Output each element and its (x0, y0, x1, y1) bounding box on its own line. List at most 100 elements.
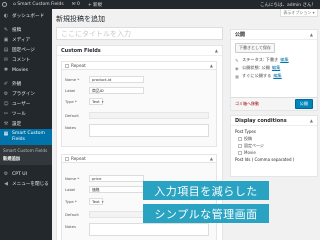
collapse-arrow-icon[interactable]: ▲ (210, 156, 213, 161)
wordpress-logo-icon[interactable] (0, 0, 9, 9)
publish-button[interactable]: 公開 (294, 99, 313, 109)
field-label-label: Label (65, 88, 76, 93)
sidebar-item-label: 固定ページ (12, 48, 35, 53)
caption-line-1: 入力項目を減らした (143, 181, 269, 200)
sidebar-item-posts[interactable]: ✎ 投稿 (0, 25, 52, 35)
caption-line-2: シンプルな管理画面 (143, 204, 269, 223)
schedule-row: ▦ すぐに公開する 編集 (235, 73, 282, 79)
sidebar-item-settings[interactable]: ⚒ 設定 (0, 119, 52, 129)
publish-header[interactable]: 公開 ▲ (231, 30, 317, 40)
field-label-label: Label (65, 187, 76, 192)
field-label-input[interactable]: 商品ID (89, 87, 144, 94)
repeat-label: Repeat (71, 63, 86, 68)
field-notes-label: Notes (65, 125, 76, 130)
user-icon: ☺ (3, 101, 9, 107)
site-name-link[interactable]: ⌂ Smart Custom Fields (9, 2, 68, 7)
field-notes-input[interactable] (89, 124, 209, 137)
sidebar-item-label: Movies (12, 67, 28, 73)
admin-bar: ⌂ Smart Custom Fields ✉ 0 + 新規 こんにちは、adm… (0, 0, 320, 9)
field-notes-input[interactable] (89, 223, 209, 236)
field-default-input[interactable] (89, 112, 209, 119)
post-type-checkbox[interactable] (238, 143, 242, 148)
trash-link[interactable]: ゴミ箱へ移動 (235, 101, 259, 107)
pin-icon: ✎ (235, 57, 239, 63)
visibility-row: ◉ 公開状態: 公開 編集 (235, 65, 281, 71)
publish-title: 公開 (235, 32, 246, 38)
sidebar-item-label: ダッシュボード (12, 14, 45, 19)
field-name-label: Name * (65, 176, 80, 181)
tool-icon: ✂ (3, 111, 9, 117)
repeat-checkbox[interactable] (65, 63, 69, 68)
collapse-icon: ◀ (4, 181, 8, 187)
comments-link[interactable]: ✉ 0 (68, 2, 84, 7)
field-name-input[interactable]: product-id (89, 76, 144, 83)
account-greeting[interactable]: こんにちは、admin さん！ (260, 2, 320, 8)
post-ids-label: Post Ids ( Comma separated ) (235, 157, 295, 162)
field-default-label: Default (65, 212, 79, 217)
sidebar-item-smart-custom-fields[interactable]: ▦ Smart Custom Fields (0, 129, 52, 145)
display-conditions-header[interactable]: Display conditions ▲ (231, 116, 317, 126)
appearance-icon: ✐ (3, 81, 9, 87)
display-conditions-title: Display conditions (235, 117, 287, 124)
sidebar-item-label: メディア (12, 38, 31, 43)
sidebar-item-plugins[interactable]: ⚙ プラグイン (0, 89, 52, 99)
sidebar-item-label: コメント (12, 58, 31, 63)
edit-schedule-link[interactable]: 編集 (273, 73, 281, 79)
collapse-arrow-icon[interactable]: ▲ (310, 32, 313, 37)
field-default-label: Default (65, 113, 79, 118)
sidebar-item-label: メニューを閉じる (12, 182, 49, 187)
repeat-checkbox[interactable] (65, 156, 69, 161)
field-type-label: Type * (65, 199, 77, 204)
custom-fields-header[interactable]: Custom Fields ▲ (57, 46, 222, 56)
sidebar-item-tools[interactable]: ✂ ツール (0, 109, 52, 119)
field-name-label: Name * (65, 77, 80, 82)
sidebar-item-users[interactable]: ☺ ユーザー (0, 99, 52, 109)
calendar-icon: ▦ (235, 73, 239, 79)
sidebar-item-dashboard[interactable]: ◐ ダッシュボード (0, 11, 52, 21)
field-label-input[interactable]: 価格 (89, 186, 144, 193)
sidebar-item-label: ユーザー (12, 102, 31, 107)
submenu-item-list[interactable]: Smart Custom Fields (0, 147, 52, 155)
sidebar-item-appearance[interactable]: ✐ 外観 (0, 79, 52, 89)
movies-icon: ✱ (3, 67, 9, 73)
post-title-input[interactable]: ここにタイトルを入力 (56, 27, 223, 40)
save-draft-button[interactable]: 下書きとして保存 (235, 43, 275, 53)
field-type-label: Type * (65, 99, 77, 104)
field-type-select[interactable]: Text (89, 98, 103, 105)
post-type-checkbox[interactable] (238, 150, 242, 155)
sidebar-item-label: 投稿 (12, 28, 22, 33)
field-group-header[interactable]: Repeat ▲ (62, 62, 216, 70)
post-type-checkbox[interactable] (238, 136, 242, 141)
field-name-input[interactable]: price (89, 175, 144, 182)
sidebar-item-movies[interactable]: ✱ Movies (0, 65, 52, 75)
post-type-option[interactable]: Movie (231, 149, 317, 156)
sidebar-item-pages[interactable]: ▤ 固定ページ (0, 45, 52, 55)
publish-box: 公開 ▲ 下書きとして保存 ✎ ステータス: 下書き 編集 ◉ 公開状態: 公開 編集 … (230, 29, 318, 111)
sidebar-item-comments[interactable]: ✉ コメント (0, 55, 52, 65)
collapse-arrow-icon[interactable]: ▲ (210, 63, 213, 68)
repeat-label: Repeat (71, 156, 86, 161)
post-type-option[interactable]: 投稿 (231, 135, 317, 142)
settings-icon: ⚒ (3, 121, 9, 127)
screen-options-button[interactable]: 表示オプション ▾ (280, 9, 318, 17)
sidebar-submenu: Smart Custom Fields 新規追加 (0, 145, 52, 165)
field-group-header[interactable]: Repeat ▲ (62, 155, 216, 163)
sidebar-item-label: 設定 (12, 122, 22, 127)
new-content-link[interactable]: + 新規 (84, 2, 106, 8)
field-type-select[interactable]: Text (89, 198, 103, 205)
post-types-label: Post Types (235, 129, 256, 134)
post-type-option[interactable]: 固定ページ (231, 142, 317, 149)
collapse-arrow-icon[interactable]: ▲ (215, 48, 218, 53)
edit-status-link[interactable]: 編集 (280, 57, 288, 63)
sidebar-item-cpt-ui[interactable]: ⚙ CPT UI (0, 169, 52, 179)
collapse-menu-button[interactable]: ◀ メニューを閉じる (0, 179, 52, 189)
sidebar-item-media[interactable]: ▣ メディア (0, 35, 52, 45)
collapse-arrow-icon[interactable]: ▲ (310, 118, 313, 123)
page-title: 新規投稿を追加 (56, 15, 105, 23)
edit-visibility-link[interactable]: 編集 (272, 65, 280, 71)
comment-icon: ✉ (3, 57, 9, 63)
submenu-item-add-new[interactable]: 新規追加 (0, 155, 52, 163)
cpt-icon: ⚙ (3, 171, 9, 177)
sidebar-item-label: ツール (12, 112, 26, 117)
admin-sidebar: ◐ ダッシュボード ✎ 投稿 ▣ メディア ▤ 固定ページ ✉ コメント ✱ Movies … (0, 9, 52, 240)
